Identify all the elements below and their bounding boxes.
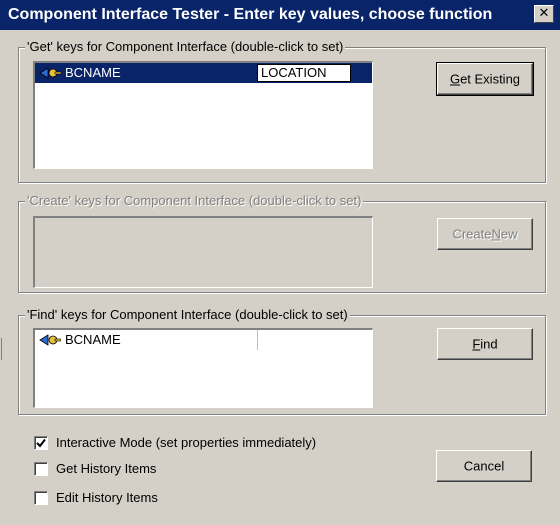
get-key-row[interactable]: BCNAME LOCATION xyxy=(35,63,372,83)
edge-mark xyxy=(1,338,2,360)
create-new-button: Create New xyxy=(437,218,533,250)
interactive-mode-label: Interactive Mode (set properties immedia… xyxy=(56,435,317,450)
get-keys-group: 'Get' keys for Component Interface (doub… xyxy=(18,39,546,183)
find-button[interactable]: Find xyxy=(437,328,533,360)
checkmark-icon xyxy=(36,438,46,448)
find-key-name: BCNAME xyxy=(65,332,121,347)
get-key-value-field[interactable]: LOCATION xyxy=(257,64,351,82)
create-keys-group-label: 'Create' keys for Component Interface (d… xyxy=(25,193,364,209)
cancel-button[interactable]: Cancel xyxy=(436,450,532,482)
window-title: Component Interface Tester - Enter key v… xyxy=(8,6,493,23)
key-icon xyxy=(39,67,61,79)
close-button[interactable]: ✕ xyxy=(534,5,554,23)
create-keys-list xyxy=(33,216,373,288)
get-existing-button[interactable]: Get Existing xyxy=(436,62,534,96)
get-history-checkbox[interactable] xyxy=(34,462,48,476)
find-keys-list[interactable]: BCNAME xyxy=(33,328,373,408)
component-interface-tester-dialog: Component Interface Tester - Enter key v… xyxy=(0,0,560,525)
find-keys-group-label: 'Find' keys for Component Interface (dou… xyxy=(25,307,350,323)
get-key-name: BCNAME xyxy=(65,65,121,80)
find-keys-group: 'Find' keys for Component Interface (dou… xyxy=(18,307,546,415)
get-keys-list[interactable]: BCNAME LOCATION xyxy=(33,61,373,169)
edit-history-label: Edit History Items xyxy=(56,490,158,505)
title-bar[interactable]: Component Interface Tester - Enter key v… xyxy=(0,0,560,30)
get-keys-group-label: 'Get' keys for Component Interface (doub… xyxy=(25,39,346,55)
find-key-row[interactable]: BCNAME xyxy=(35,330,372,350)
create-keys-group: 'Create' keys for Component Interface (d… xyxy=(18,193,546,293)
edit-history-checkbox[interactable] xyxy=(34,491,48,505)
column-separator xyxy=(257,330,258,350)
close-icon: ✕ xyxy=(538,6,550,21)
key-icon xyxy=(39,334,61,346)
interactive-mode-checkbox[interactable] xyxy=(34,436,48,450)
get-history-label: Get History Items xyxy=(56,461,157,476)
